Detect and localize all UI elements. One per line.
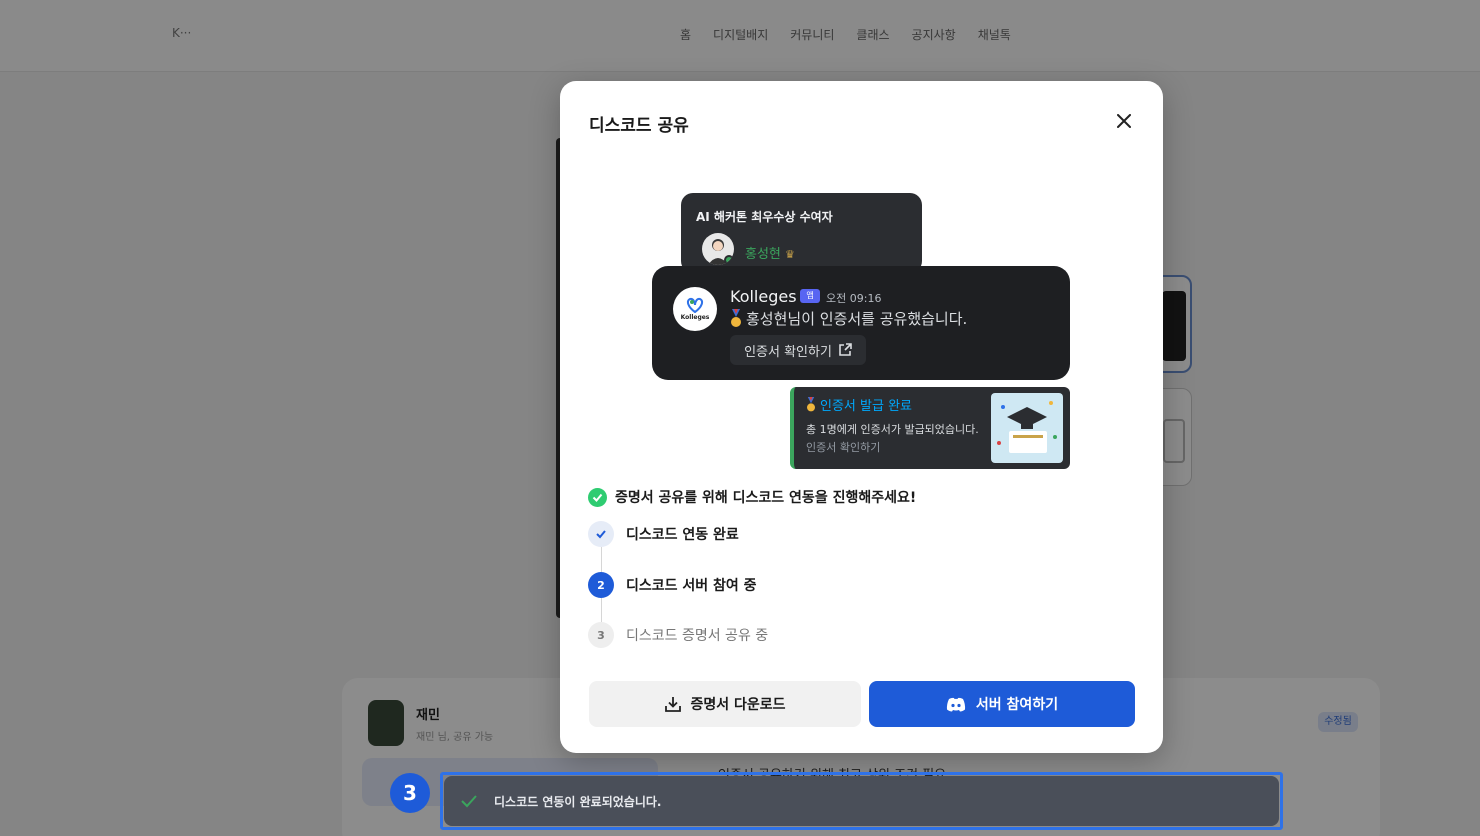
user-name: 홍성현 ♛ (745, 247, 795, 262)
download-certificate-button[interactable]: 증명서 다운로드 (589, 681, 861, 727)
bot-avatar: Kolleges (673, 287, 717, 331)
discord-icon (946, 697, 966, 711)
medal-icon (807, 396, 815, 411)
medal-icon (731, 308, 741, 327)
discord-share-dialog: 디스코드 공유 AI 해커톤 최우수상 수여자 홍성현 ♛ Kolleges K… (560, 81, 1163, 753)
step-certificate-share: 3 디스코드 증명서 공유 중 (588, 622, 768, 648)
check-circle-icon (588, 487, 607, 507)
dialog-title: 디스코드 공유 (589, 116, 689, 136)
step-connector (601, 598, 602, 622)
external-link-icon (839, 343, 852, 356)
check-icon (461, 795, 477, 808)
close-icon (1117, 114, 1131, 128)
award-title: AI 해커톤 최우수상 수여자 (696, 210, 833, 224)
check-icon (588, 521, 614, 547)
discord-profile-card: AI 해커톤 최우수상 수여자 홍성현 ♛ (681, 193, 922, 273)
close-button[interactable] (1112, 109, 1136, 133)
embed-body: 총 1명에게 인증서가 발급되었습니다. (806, 423, 979, 436)
toast-message: 디스코드 연동이 완료되었습니다. (494, 794, 662, 809)
kolleges-logo-icon (686, 297, 704, 313)
online-status-icon (724, 255, 734, 265)
success-toast: 디스코드 연동이 완료되었습니다. (444, 776, 1279, 826)
bot-message-text: 홍성현님이 인증서를 공유했습니다. (730, 308, 967, 329)
step-number: 3 (588, 622, 614, 648)
discord-link-notice: 증명서 공유를 위해 디스코드 연동을 진행해주세요! (588, 487, 916, 507)
step-connector (601, 547, 602, 572)
user-avatar (702, 233, 734, 265)
step-server-join: 2 디스코드 서버 참여 중 (588, 572, 757, 598)
step-marker-badge: 3 (390, 773, 430, 813)
embed-link[interactable]: 인증서 확인하기 (806, 439, 880, 455)
graduation-cap-icon (997, 401, 1057, 453)
step-number: 2 (588, 572, 614, 598)
message-time: 오전 09:16 (826, 292, 882, 305)
download-icon (665, 697, 682, 712)
app-tag: 앱 (800, 289, 820, 303)
crown-icon: ♛ (785, 248, 795, 261)
bot-name: Kolleges (730, 287, 797, 306)
certificate-issued-embed: 인증서 발급 완료 총 1명에게 인증서가 발급되었습니다. 인증서 확인하기 (790, 387, 1070, 469)
discord-bot-message: Kolleges Kolleges 앱 오전 09:16 홍성현님이 인증서를 … (652, 266, 1070, 380)
view-certificate-button[interactable]: 인증서 확인하기 (730, 335, 866, 365)
embed-title: 인증서 발급 완료 (806, 395, 912, 414)
step-discord-linked: 디스코드 연동 완료 (588, 521, 739, 547)
certificate-illustration (991, 393, 1063, 463)
join-server-button[interactable]: 서버 참여하기 (869, 681, 1135, 727)
